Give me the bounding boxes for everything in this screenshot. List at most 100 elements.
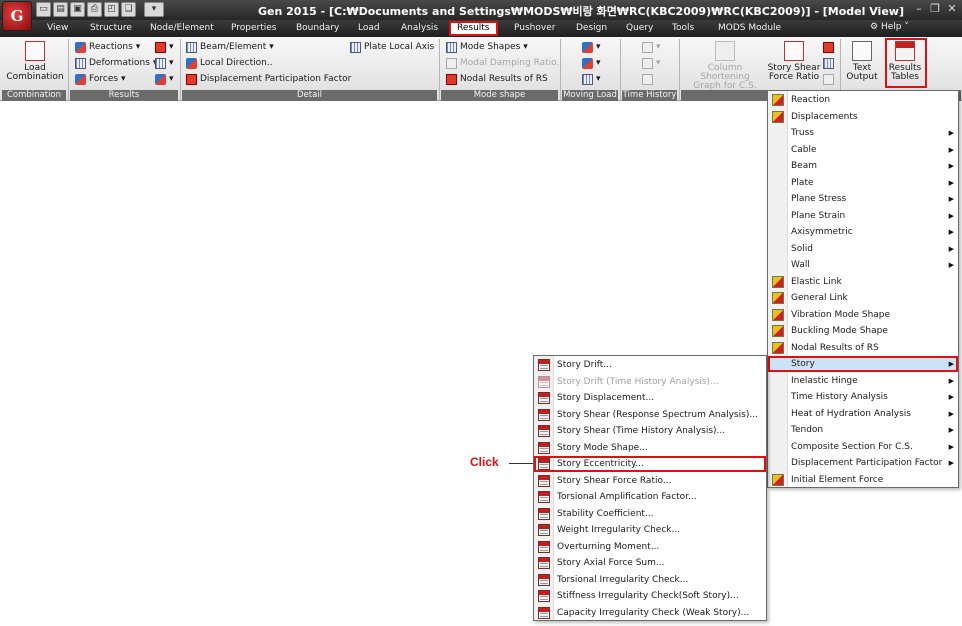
modal-damping-button[interactable]: Modal Damping Ratio.. (446, 57, 562, 70)
restore-button[interactable]: ❐ (928, 2, 942, 15)
story-shear-force-ratio-button[interactable]: Story Shear Force Ratio (767, 41, 821, 82)
story-item-stiffness-irregularity-check-soft-story[interactable]: Stiffness Irregularity Check(Soft Story)… (534, 588, 766, 604)
results-tables-item-story[interactable]: Story ▶ (768, 356, 958, 372)
qat-dropdown-icon[interactable]: ▾ (144, 2, 164, 17)
results-tables-item-heat-of-hydration-analysis[interactable]: Heat of Hydration Analysis ▶ (768, 406, 958, 422)
deformations-button[interactable]: Deformations ▾ (75, 57, 157, 70)
print-preview-icon[interactable]: ◰ (104, 2, 119, 17)
print-icon[interactable]: ⎙ (87, 2, 102, 17)
reactions-button[interactable]: Reactions ▾ (75, 41, 140, 54)
results-tables-item-displacement-participation-factor[interactable]: Displacement Participation Factor ▶ (768, 455, 958, 471)
results-tables-item-composite-section-for-c-s[interactable]: Composite Section For C.S. ▶ (768, 439, 958, 455)
moving-load-tracer-button[interactable]: ▾ (582, 41, 601, 54)
new-file-icon[interactable]: ▤ (53, 2, 68, 17)
tab-load[interactable]: Load (358, 22, 380, 35)
results-tables-item-vibration-mode-shape[interactable]: Vibration Mode Shape (768, 307, 958, 323)
column-shortening-button[interactable]: Column Shortening Graph for C.S. (684, 41, 766, 91)
results-tables-item-truss[interactable]: Truss ▶ (768, 125, 958, 141)
menu-item-label: Torsional Irregularity Check... (557, 574, 689, 585)
forces-button[interactable]: Forces ▾ (75, 73, 126, 86)
story-item-story-shear-force-ratio[interactable]: Story Shear Force Ratio... (534, 473, 766, 489)
results-tables-item-tendon[interactable]: Tendon ▶ (768, 422, 958, 438)
story-item-story-shear-response-spectrum-analysis[interactable]: Story Shear (Response Spectrum Analysis)… (534, 407, 766, 423)
tab-analysis[interactable]: Analysis (401, 22, 438, 35)
results-tables-item-buckling-mode-shape[interactable]: Buckling Mode Shape (768, 323, 958, 339)
tab-view[interactable]: View (47, 22, 68, 35)
ribbon-separator (620, 39, 621, 101)
misc-small-button-2[interactable] (823, 57, 834, 70)
results-tables-item-inelastic-hinge[interactable]: Inelastic Hinge ▶ (768, 373, 958, 389)
story-item-torsional-irregularity-check[interactable]: Torsional Irregularity Check... (534, 572, 766, 588)
results-tables-item-cable[interactable]: Cable ▶ (768, 142, 958, 158)
mode-shapes-button[interactable]: Mode Shapes ▾ (446, 41, 528, 54)
story-item-capacity-irregularity-check-weak-story[interactable]: Capacity Irregularity Check (Weak Story)… (534, 605, 766, 621)
app-logo[interactable]: G (2, 1, 32, 31)
results-tables-item-reaction[interactable]: Reaction (768, 92, 958, 108)
story-item-story-mode-shape[interactable]: Story Mode Shape... (534, 440, 766, 456)
copy-icon[interactable]: ❏ (121, 2, 136, 17)
beam-diagrams-button[interactable]: ▾ (155, 57, 174, 70)
results-tables-item-plane-stress[interactable]: Plane Stress ▶ (768, 191, 958, 207)
save-icon[interactable]: ▣ (70, 2, 85, 17)
tab-structure[interactable]: Structure (90, 22, 132, 35)
tab-design[interactable]: Design (576, 22, 607, 35)
tab-tools[interactable]: Tools (672, 22, 694, 35)
story-item-stability-coefficient[interactable]: Stability Coefficient... (534, 506, 766, 522)
results-tables-item-time-history-analysis[interactable]: Time History Analysis ▶ (768, 389, 958, 405)
tab-mods-module[interactable]: MODS Module (718, 22, 781, 35)
nodal-results-rs-button[interactable]: Nodal Results of RS (446, 73, 548, 86)
results-tables-item-displacements[interactable]: Displacements (768, 109, 958, 125)
beam-element-button[interactable]: Beam/Element ▾ (186, 41, 274, 54)
tab-node-element[interactable]: Node/Element (150, 22, 214, 35)
results-tables-item-beam[interactable]: Beam ▶ (768, 158, 958, 174)
misc-small-button-3[interactable] (823, 73, 834, 86)
story-item-story-axial-force-sum[interactable]: Story Axial Force Sum... (534, 555, 766, 571)
deformations-label: Deformations (89, 58, 150, 68)
story-item-overturning-moment[interactable]: Overturning Moment... (534, 539, 766, 555)
tab-properties[interactable]: Properties (231, 22, 276, 35)
story-item-story-eccentricity[interactable]: Story Eccentricity... (534, 456, 766, 472)
tab-query[interactable]: Query (626, 22, 653, 35)
results-tables-item-wall[interactable]: Wall ▶ (768, 257, 958, 273)
results-tables-item-elastic-link[interactable]: Elastic Link (768, 274, 958, 290)
story-item-story-displacement[interactable]: Story Displacement... (534, 390, 766, 406)
close-button[interactable]: ✕ (945, 2, 959, 15)
results-tables-item-solid[interactable]: Solid ▶ (768, 241, 958, 257)
story-item-story-drift-time-history-analysis[interactable]: Story Drift (Time History Analysis)... (534, 374, 766, 390)
results-table-icon (538, 425, 550, 437)
moving-load-influence-button[interactable]: ▾ (582, 57, 601, 70)
results-tables-item-nodal-results-of-rs[interactable]: Nodal Results of RS (768, 340, 958, 356)
story-item-torsional-amplification-factor[interactable]: Torsional Amplification Factor... (534, 489, 766, 505)
displacement-participation-button[interactable]: Displacement Participation Factor (186, 73, 351, 86)
story-item-weight-irregularity-check[interactable]: Weight Irregularity Check... (534, 522, 766, 538)
misc-small-button-1[interactable] (823, 41, 834, 54)
story-item-story-shear-time-history-analysis[interactable]: Story Shear (Time History Analysis)... (534, 423, 766, 439)
results-tables-item-initial-element-force[interactable]: Initial Element Force (768, 472, 958, 488)
menu-item-label: Beam (791, 161, 817, 171)
help-menu[interactable]: ⚙ Help ˅ (870, 22, 909, 32)
tab-boundary[interactable]: Boundary (296, 22, 339, 35)
results-tables-item-axisymmetric[interactable]: Axisymmetric ▶ (768, 224, 958, 240)
time-history-graph-button[interactable]: ▾ (642, 41, 661, 54)
results-tables-item-plate[interactable]: Plate ▶ (768, 175, 958, 191)
local-direction-button[interactable]: Local Direction.. (186, 57, 273, 70)
moving-load-vehicle-button[interactable]: ▾ (582, 73, 601, 86)
tab-pushover[interactable]: Pushover (514, 22, 555, 35)
vibration-mode-icon (772, 308, 784, 321)
time-history-function-button[interactable] (642, 73, 653, 86)
minimize-button[interactable]: – (912, 2, 926, 15)
time-history-text-button[interactable]: ▾ (642, 57, 661, 70)
plate-local-axis-button[interactable]: Plate Local Axis (350, 41, 434, 54)
tab-results[interactable]: Results (449, 21, 498, 36)
stress-button[interactable]: ▾ (155, 41, 174, 54)
story-item-story-drift[interactable]: Story Drift... (534, 357, 766, 373)
open-folder-icon[interactable]: ▭ (36, 2, 51, 17)
results-tables-item-general-link[interactable]: General Link (768, 290, 958, 306)
results-tables-item-plane-strain[interactable]: Plane Strain ▶ (768, 208, 958, 224)
load-combination-button[interactable]: Load Combination (4, 41, 66, 82)
menu-item-label: Plate (791, 177, 814, 188)
contour-button[interactable]: ▾ (155, 73, 174, 86)
menu-item-label: Stability Coefficient... (557, 508, 654, 519)
forces-icon (75, 74, 86, 85)
text-output-button[interactable]: Text Output (843, 41, 881, 82)
